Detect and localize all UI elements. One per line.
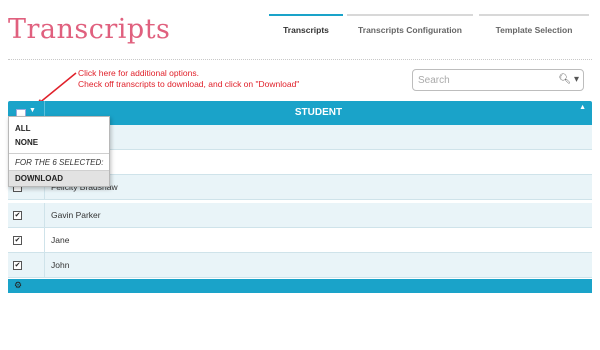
selection-dropdown: ALL NONE FOR THE 6 SELECTED: DOWNLOAD <box>8 116 110 187</box>
row-check-cell <box>8 253 45 278</box>
select-none-option[interactable]: NONE <box>9 135 109 150</box>
selected-count-heading: FOR THE 6 SELECTED: <box>15 158 104 167</box>
select-all-option[interactable]: ALL <box>9 121 109 136</box>
tab-template-selection[interactable]: Template Selection <box>479 14 589 40</box>
row-checkbox[interactable] <box>13 261 22 270</box>
table-row[interactable]: Gavin Parker <box>8 203 592 228</box>
tab-transcripts-configuration[interactable]: Transcripts Configuration <box>347 14 473 40</box>
student-column-header[interactable]: STUDENT <box>45 101 592 125</box>
row-check-cell <box>8 203 45 228</box>
caret-down-icon[interactable]: ▾ <box>574 74 579 85</box>
student-name: Jane <box>51 235 70 245</box>
student-name: Gavin Parker <box>51 210 101 220</box>
row-check-cell <box>8 228 45 253</box>
annotation-line-2: Check off transcripts to download, and c… <box>78 79 300 89</box>
annotation-text: Click here for additional options. Check… <box>78 68 299 90</box>
search-icon[interactable]: 🔍︎ <box>558 74 571 85</box>
student-name: John <box>51 260 70 270</box>
row-checkbox[interactable] <box>13 236 22 245</box>
search-controls[interactable]: 🔍︎ ▾ <box>558 74 579 85</box>
table-row[interactable]: Jane <box>8 228 592 253</box>
search-input[interactable] <box>415 72 549 88</box>
tab-transcripts[interactable]: Transcripts <box>269 14 343 40</box>
gear-icon[interactable]: ⚙ <box>14 280 22 291</box>
table-footer: ⚙ <box>8 279 592 293</box>
chevron-down-icon[interactable]: ▼ <box>29 107 36 114</box>
dropdown-divider <box>9 153 109 154</box>
page-title: Transcripts <box>8 14 171 45</box>
search-box: 🔍︎ ▾ <box>412 69 584 91</box>
annotation-line-1: Click here for additional options. <box>78 68 199 78</box>
download-option[interactable]: DOWNLOAD <box>9 170 109 186</box>
sort-ascending-icon[interactable]: ▲ <box>579 104 586 111</box>
table-row[interactable]: John <box>8 253 592 278</box>
title-divider <box>8 59 592 60</box>
row-checkbox[interactable] <box>13 211 22 220</box>
tab-bar: Transcripts Transcripts Configuration Te… <box>269 14 589 40</box>
annotation-arrow-line <box>37 72 77 105</box>
